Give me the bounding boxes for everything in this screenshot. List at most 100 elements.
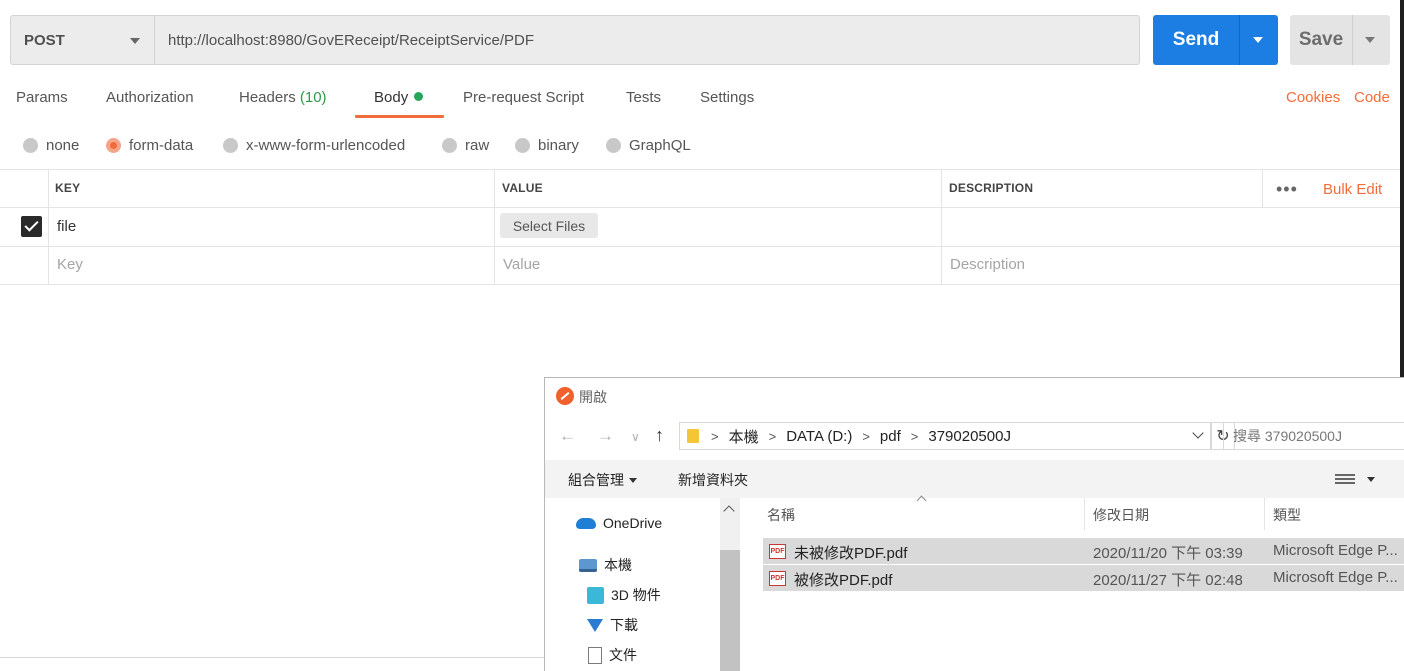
breadcrumb-separator-icon: > bbox=[711, 428, 719, 444]
headers-count-badge: (10) bbox=[299, 89, 327, 106]
forward-arrow-icon[interactable]: → bbox=[597, 426, 614, 446]
file-name: 被修改PDF.pdf bbox=[794, 572, 893, 589]
nav-item-label: OneDrive bbox=[603, 515, 663, 531]
save-options-chevron-icon[interactable] bbox=[1365, 37, 1375, 43]
radio-urlencoded[interactable]: x-www-form-urlencoded bbox=[223, 135, 405, 155]
app-icon bbox=[556, 387, 574, 405]
file-date: 2020/11/27 下午 02:48 bbox=[1093, 572, 1243, 589]
column-divider[interactable] bbox=[1264, 498, 1265, 530]
radio-selected-icon bbox=[106, 137, 121, 153]
file-name: 未被修改PDF.pdf bbox=[794, 545, 908, 562]
save-label: Save bbox=[1298, 29, 1344, 50]
search-input[interactable]: 搜尋 379020500J bbox=[1223, 422, 1404, 450]
tab-tests[interactable]: Tests bbox=[626, 89, 661, 111]
recent-locations-chevron-icon[interactable]: ∨ bbox=[631, 430, 640, 444]
column-header-key: KEY bbox=[55, 181, 81, 195]
row-enabled-checkbox[interactable] bbox=[21, 216, 42, 237]
up-arrow-icon[interactable]: ↑ bbox=[655, 425, 664, 446]
nav-item-this-pc[interactable]: 本機 bbox=[579, 555, 632, 575]
file-list-item[interactable]: PDF 未被修改PDF.pdf 2020/11/20 下午 03:39 Micr… bbox=[763, 538, 1404, 564]
method-select[interactable]: POST bbox=[10, 15, 155, 65]
download-arrow-icon bbox=[587, 618, 603, 632]
key-input[interactable]: Key bbox=[57, 256, 83, 273]
column-divider[interactable] bbox=[1084, 498, 1085, 530]
organize-menu[interactable]: 組合管理 bbox=[568, 470, 637, 490]
table-col-divider bbox=[1262, 169, 1263, 207]
tab-prerequest-script[interactable]: Pre-request Script bbox=[463, 89, 584, 111]
scrollbar-thumb[interactable] bbox=[720, 550, 740, 671]
description-input[interactable]: Description bbox=[950, 256, 1025, 273]
tab-body-label: Body bbox=[374, 89, 409, 106]
send-button[interactable]: Send bbox=[1153, 15, 1278, 65]
breadcrumb-item[interactable]: DATA (D:) bbox=[786, 428, 852, 445]
bulk-edit-link[interactable]: Bulk Edit bbox=[1323, 181, 1382, 198]
onedrive-cloud-icon bbox=[576, 517, 596, 529]
breadcrumb-item[interactable]: pdf bbox=[880, 428, 901, 445]
breadcrumb-separator-icon: > bbox=[768, 428, 777, 444]
radio-urlencoded-label: x-www-form-urlencoded bbox=[246, 136, 406, 154]
column-header-type[interactable]: 類型 bbox=[1273, 505, 1301, 525]
radio-circle-icon bbox=[515, 137, 530, 153]
save-button[interactable]: Save bbox=[1290, 15, 1390, 65]
tab-body[interactable]: Body bbox=[374, 89, 424, 111]
chevron-down-icon bbox=[130, 38, 140, 44]
breadcrumb-item[interactable]: 379020500J bbox=[928, 428, 1011, 445]
pane-divider bbox=[0, 657, 545, 658]
table-col-divider bbox=[494, 169, 495, 284]
tab-authorization-label: Authorization bbox=[106, 89, 194, 106]
code-link[interactable]: Code bbox=[1354, 89, 1390, 106]
radio-none-label: none bbox=[46, 136, 80, 154]
more-options-icon[interactable]: ••• bbox=[1276, 179, 1298, 200]
chevron-down-icon bbox=[629, 478, 637, 483]
radio-form-data[interactable]: form-data bbox=[106, 135, 193, 155]
radio-raw[interactable]: raw bbox=[442, 135, 489, 155]
send-divider bbox=[1239, 15, 1240, 65]
nav-item-documents[interactable]: 文件 bbox=[588, 645, 637, 665]
nav-item-onedrive[interactable]: OneDrive bbox=[576, 515, 662, 531]
address-bar[interactable]: > 本機 > DATA (D:) > pdf > 379020500J bbox=[679, 422, 1211, 450]
radio-circle-icon bbox=[223, 137, 238, 153]
tab-settings[interactable]: Settings bbox=[700, 89, 754, 111]
select-files-button[interactable]: Select Files bbox=[500, 213, 598, 238]
new-folder-button[interactable]: 新增資料夾 bbox=[678, 470, 748, 490]
nav-item-label: 文件 bbox=[609, 647, 637, 663]
pdf-file-icon: PDF bbox=[769, 571, 786, 586]
table-top-border bbox=[0, 169, 1400, 170]
method-label: POST bbox=[24, 31, 65, 49]
param-key-cell[interactable]: file bbox=[57, 218, 76, 235]
url-input[interactable]: http://localhost:8980/GovEReceipt/Receip… bbox=[154, 15, 1140, 65]
view-chevron-icon[interactable] bbox=[1367, 477, 1375, 482]
file-list-item[interactable]: PDF 被修改PDF.pdf 2020/11/27 下午 02:48 Micro… bbox=[763, 565, 1404, 591]
cookies-link[interactable]: Cookies bbox=[1286, 89, 1340, 106]
column-header-name[interactable]: 名稱 bbox=[767, 505, 795, 525]
nav-item-label: 3D 物件 bbox=[611, 587, 661, 603]
tab-settings-label: Settings bbox=[700, 89, 755, 106]
tab-authorization[interactable]: Authorization bbox=[106, 89, 194, 111]
3d-objects-icon bbox=[587, 586, 604, 604]
send-options-chevron-icon[interactable] bbox=[1253, 37, 1263, 43]
column-header-date[interactable]: 修改日期 bbox=[1093, 505, 1149, 525]
breadcrumb-separator-icon: > bbox=[910, 428, 919, 444]
tab-params[interactable]: Params bbox=[16, 89, 68, 111]
radio-binary[interactable]: binary bbox=[515, 135, 579, 155]
radio-circle-icon bbox=[23, 137, 38, 153]
nav-item-downloads[interactable]: 下載 bbox=[587, 615, 638, 635]
back-arrow-icon[interactable]: ← bbox=[559, 426, 576, 446]
view-options-icon[interactable] bbox=[1335, 472, 1355, 486]
nav-item-3d-objects[interactable]: 3D 物件 bbox=[587, 585, 661, 605]
body-status-dot-icon bbox=[414, 92, 424, 101]
file-type: Microsoft Edge P... bbox=[1273, 542, 1398, 559]
radio-circle-icon bbox=[442, 137, 457, 153]
tab-tests-label: Tests bbox=[626, 89, 662, 106]
radio-none[interactable]: none bbox=[23, 135, 79, 155]
breadcrumb-item[interactable]: 本機 bbox=[729, 426, 759, 447]
nav-item-label: 下載 bbox=[610, 617, 638, 633]
radio-graphql[interactable]: GraphQL bbox=[606, 135, 691, 155]
folder-icon bbox=[687, 429, 699, 443]
tab-params-label: Params bbox=[16, 89, 68, 106]
address-dropdown-chevron-icon[interactable] bbox=[1192, 427, 1204, 439]
tab-headers[interactable]: Headers (10) bbox=[239, 89, 327, 111]
scroll-up-chevron-icon[interactable] bbox=[723, 505, 735, 517]
value-input[interactable]: Value bbox=[503, 256, 540, 273]
nav-scrollbar[interactable] bbox=[720, 498, 740, 671]
